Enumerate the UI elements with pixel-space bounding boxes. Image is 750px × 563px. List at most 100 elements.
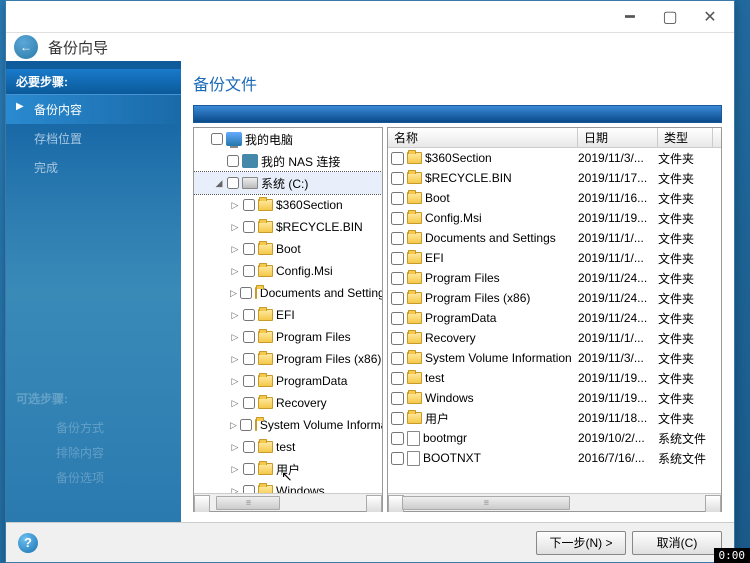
- list-checkbox[interactable]: [391, 392, 404, 405]
- tree-body[interactable]: 我的电脑我的 NAS 连接◢系统 (C:)▷$360Section▷$RECYC…: [194, 128, 382, 493]
- tree-checkbox[interactable]: [243, 441, 255, 453]
- tree-row[interactable]: ▷Documents and Settings: [194, 282, 382, 304]
- tree-row[interactable]: 我的 NAS 连接: [194, 150, 382, 172]
- list-checkbox[interactable]: [391, 212, 404, 225]
- list-row[interactable]: Recovery2019/11/1/...文件夹: [388, 328, 721, 348]
- sidebar-step[interactable]: 完成: [6, 153, 181, 182]
- help-icon[interactable]: ?: [18, 533, 38, 553]
- next-button[interactable]: 下一步(N) >: [536, 531, 626, 555]
- minimize-button[interactable]: ━: [610, 3, 650, 31]
- tree-row[interactable]: ▷test: [194, 436, 382, 458]
- tree-checkbox[interactable]: [243, 397, 255, 409]
- list-row[interactable]: $RECYCLE.BIN2019/11/17...文件夹: [388, 168, 721, 188]
- tree-row[interactable]: ▷Recovery: [194, 392, 382, 414]
- list-row[interactable]: Boot2019/11/16...文件夹: [388, 188, 721, 208]
- list-checkbox[interactable]: [391, 332, 404, 345]
- list-row[interactable]: Windows2019/11/19...文件夹: [388, 388, 721, 408]
- list-row[interactable]: ProgramData2019/11/24...文件夹: [388, 308, 721, 328]
- sidebar-step[interactable]: 备份内容: [6, 95, 181, 124]
- tree-checkbox[interactable]: [240, 287, 252, 299]
- back-button[interactable]: ←: [14, 35, 38, 59]
- list-row[interactable]: 用户2019/11/18...文件夹: [388, 408, 721, 428]
- tree-checkbox[interactable]: [243, 265, 255, 277]
- sidebar-step[interactable]: 存档位置: [6, 124, 181, 153]
- tree-row[interactable]: ▷$360Section: [194, 194, 382, 216]
- tree-checkbox[interactable]: [243, 353, 255, 365]
- list-checkbox[interactable]: [391, 152, 404, 165]
- tree-row[interactable]: ▷$RECYCLE.BIN: [194, 216, 382, 238]
- tree-row[interactable]: 我的电脑: [194, 128, 382, 150]
- sidebar-section: 必要步骤:: [6, 69, 181, 95]
- expand-icon[interactable]: ▷: [230, 200, 240, 211]
- tree-row[interactable]: ▷Program Files: [194, 326, 382, 348]
- list-row[interactable]: Program Files2019/11/24...文件夹: [388, 268, 721, 288]
- close-button[interactable]: ✕: [690, 3, 730, 31]
- expand-icon[interactable]: ▷: [230, 464, 240, 475]
- tree-checkbox[interactable]: [243, 331, 255, 343]
- tree-row[interactable]: ◢系统 (C:): [194, 172, 382, 194]
- tree-row[interactable]: ▷Boot: [194, 238, 382, 260]
- list-checkbox[interactable]: [391, 352, 404, 365]
- col-date[interactable]: 日期: [578, 128, 658, 147]
- list-row[interactable]: Documents and Settings2019/11/1/...文件夹: [388, 228, 721, 248]
- list-checkbox[interactable]: [391, 372, 404, 385]
- list-checkbox[interactable]: [391, 292, 404, 305]
- list-checkbox[interactable]: [391, 272, 404, 285]
- tree-checkbox[interactable]: [243, 485, 255, 493]
- list-scroll-h[interactable]: [388, 493, 721, 511]
- tree-checkbox[interactable]: [243, 243, 255, 255]
- list-row[interactable]: BOOTNXT2016/7/16/...系统文件: [388, 448, 721, 468]
- list-row[interactable]: System Volume Information2019/11/3/...文件…: [388, 348, 721, 368]
- list-body[interactable]: $360Section2019/11/3/...文件夹$RECYCLE.BIN2…: [388, 148, 721, 493]
- expand-icon[interactable]: ▷: [230, 354, 240, 365]
- tree-checkbox[interactable]: [211, 133, 223, 145]
- tree-checkbox[interactable]: [240, 419, 252, 431]
- tree-row[interactable]: ▷ProgramData: [194, 370, 382, 392]
- expand-icon[interactable]: ▷: [230, 398, 240, 409]
- tree-checkbox[interactable]: [243, 463, 255, 475]
- list-checkbox[interactable]: [391, 312, 404, 325]
- list-checkbox[interactable]: [391, 252, 404, 265]
- tree-row[interactable]: ▷Program Files (x86): [194, 348, 382, 370]
- list-checkbox[interactable]: [391, 192, 404, 205]
- list-row[interactable]: EFI2019/11/1/...文件夹: [388, 248, 721, 268]
- list-row[interactable]: Config.Msi2019/11/19...文件夹: [388, 208, 721, 228]
- cancel-button[interactable]: 取消(C): [632, 531, 722, 555]
- expand-icon[interactable]: ▷: [230, 310, 240, 321]
- list-checkbox[interactable]: [391, 452, 404, 465]
- tree-row[interactable]: ▷EFI: [194, 304, 382, 326]
- tree-row[interactable]: ▷用户: [194, 458, 382, 480]
- maximize-button[interactable]: ▢: [650, 3, 690, 31]
- expand-icon[interactable]: ▷: [230, 420, 237, 431]
- tree-checkbox[interactable]: [243, 309, 255, 321]
- tree-row[interactable]: ▷Windows: [194, 480, 382, 493]
- list-row[interactable]: Program Files (x86)2019/11/24...文件夹: [388, 288, 721, 308]
- expand-icon[interactable]: ▷: [230, 244, 240, 255]
- col-name[interactable]: 名称: [388, 128, 578, 147]
- list-row[interactable]: test2019/11/19...文件夹: [388, 368, 721, 388]
- expand-icon[interactable]: ▷: [230, 222, 240, 233]
- expand-icon[interactable]: ▷: [230, 442, 240, 453]
- expand-icon[interactable]: ◢: [214, 178, 224, 189]
- expand-icon[interactable]: ▷: [230, 266, 240, 277]
- tree-scroll-h[interactable]: [194, 493, 382, 511]
- tree-checkbox[interactable]: [227, 155, 239, 167]
- list-columns[interactable]: 名称 日期 类型: [388, 128, 721, 148]
- tree-checkbox[interactable]: [243, 221, 255, 233]
- list-checkbox[interactable]: [391, 412, 404, 425]
- list-row[interactable]: bootmgr2019/10/2/...系统文件: [388, 428, 721, 448]
- list-checkbox[interactable]: [391, 232, 404, 245]
- tree-row[interactable]: ▷System Volume Information: [194, 414, 382, 436]
- expand-icon[interactable]: ▷: [230, 376, 240, 387]
- expand-icon[interactable]: ▷: [230, 288, 237, 299]
- list-checkbox[interactable]: [391, 432, 404, 445]
- list-checkbox[interactable]: [391, 172, 404, 185]
- expand-icon[interactable]: ▷: [230, 486, 240, 494]
- tree-checkbox[interactable]: [243, 375, 255, 387]
- tree-row[interactable]: ▷Config.Msi: [194, 260, 382, 282]
- expand-icon[interactable]: ▷: [230, 332, 240, 343]
- tree-checkbox[interactable]: [227, 177, 239, 189]
- col-type[interactable]: 类型: [658, 128, 713, 147]
- list-row[interactable]: $360Section2019/11/3/...文件夹: [388, 148, 721, 168]
- tree-checkbox[interactable]: [243, 199, 255, 211]
